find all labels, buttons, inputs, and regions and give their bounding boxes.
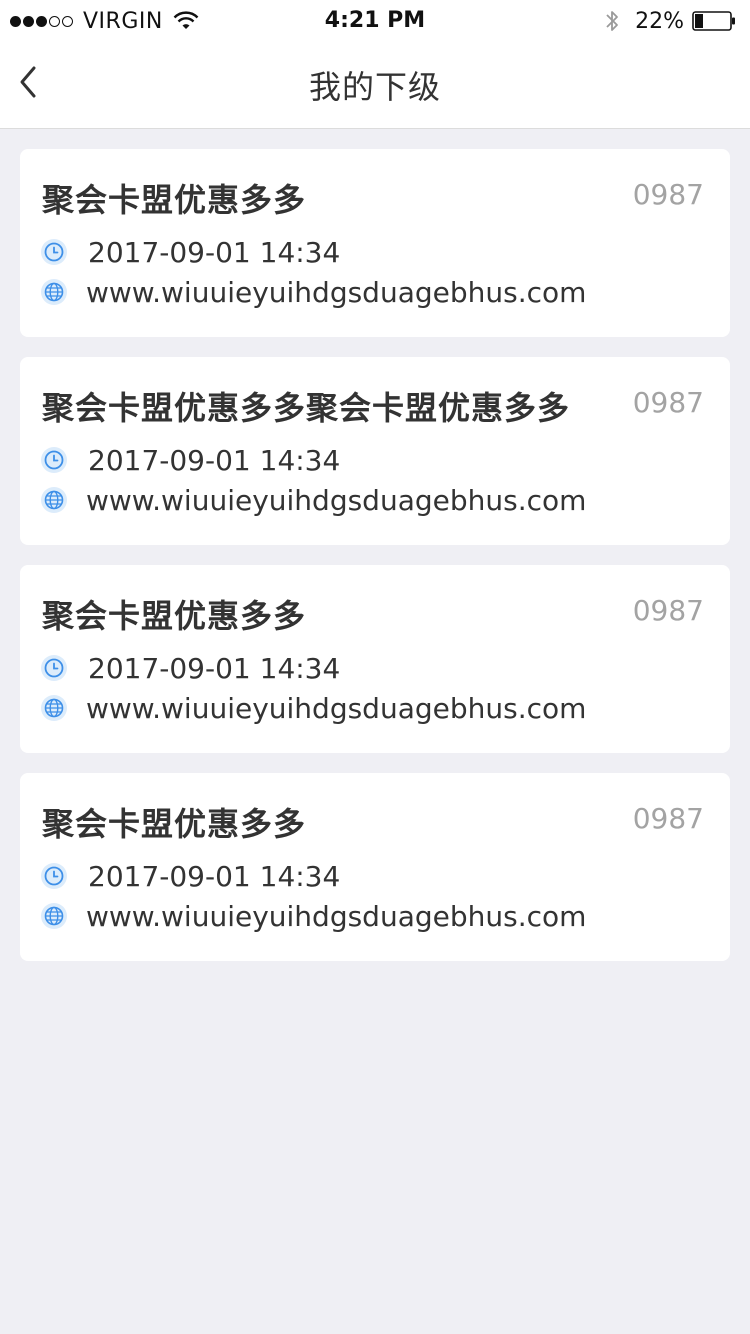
item-url: www.wiuuieyuihdgsduagebhus.com (86, 275, 587, 309)
item-time: 2017-09-01 14:34 (88, 651, 341, 685)
status-right: 22% (603, 8, 736, 34)
item-url-row: www.wiuuieyuihdgsduagebhus.com (40, 899, 586, 933)
list-item[interactable]: 聚会卡盟优惠多多 0987 2017-09-01 14:34 www.wiuui… (20, 773, 730, 961)
list-item[interactable]: 聚会卡盟优惠多多聚会卡盟优惠多多 0987 2017-09-01 14:34 w… (20, 357, 730, 545)
globe-icon (41, 279, 67, 305)
item-url: www.wiuuieyuihdgsduagebhus.com (86, 691, 587, 725)
subordinate-list: 聚会卡盟优惠多多 0987 2017-09-01 14:34 www.wiuui… (20, 149, 730, 981)
item-time: 2017-09-01 14:34 (88, 859, 341, 893)
item-time-row: 2017-09-01 14:34 (40, 235, 340, 269)
item-code: 0987 (632, 802, 704, 835)
item-url: www.wiuuieyuihdgsduagebhus.com (86, 483, 587, 517)
item-url-row: www.wiuuieyuihdgsduagebhus.com (40, 691, 586, 725)
bluetooth-icon (606, 11, 618, 31)
item-code: 0987 (632, 386, 704, 419)
item-code: 0987 (632, 178, 704, 211)
item-code: 0987 (632, 594, 704, 627)
clock-icon (41, 447, 67, 473)
item-time-row: 2017-09-01 14:34 (40, 443, 340, 477)
globe-icon (41, 487, 67, 513)
page-title: 我的下级 (308, 68, 441, 106)
clock-icon (41, 655, 67, 681)
item-time-row: 2017-09-01 14:34 (40, 651, 340, 685)
globe-icon (41, 903, 67, 929)
clock-icon (41, 863, 67, 889)
item-title: 聚会卡盟优惠多多 (42, 181, 307, 219)
status-bar: VIRGIN 4:21 PM 22% (0, 0, 750, 40)
item-url: www.wiuuieyuihdgsduagebhus.com (86, 899, 587, 933)
clock-icon (41, 239, 67, 265)
item-title: 聚会卡盟优惠多多聚会卡盟优惠多多 (42, 389, 571, 427)
battery-icon (692, 11, 735, 31)
navigation-bar: 我的下级 (0, 40, 750, 129)
item-title: 聚会卡盟优惠多多 (42, 597, 307, 635)
item-time: 2017-09-01 14:34 (88, 235, 341, 269)
item-url-row: www.wiuuieyuihdgsduagebhus.com (40, 275, 586, 309)
item-time-row: 2017-09-01 14:34 (40, 859, 340, 893)
battery-percentage: 22% (635, 8, 684, 34)
item-url-row: www.wiuuieyuihdgsduagebhus.com (40, 483, 586, 517)
globe-icon (41, 695, 67, 721)
item-time: 2017-09-01 14:34 (88, 443, 341, 477)
list-item[interactable]: 聚会卡盟优惠多多 0987 2017-09-01 14:34 www.wiuui… (20, 565, 730, 753)
list-item[interactable]: 聚会卡盟优惠多多 0987 2017-09-01 14:34 www.wiuui… (20, 149, 730, 337)
item-title: 聚会卡盟优惠多多 (42, 805, 307, 843)
